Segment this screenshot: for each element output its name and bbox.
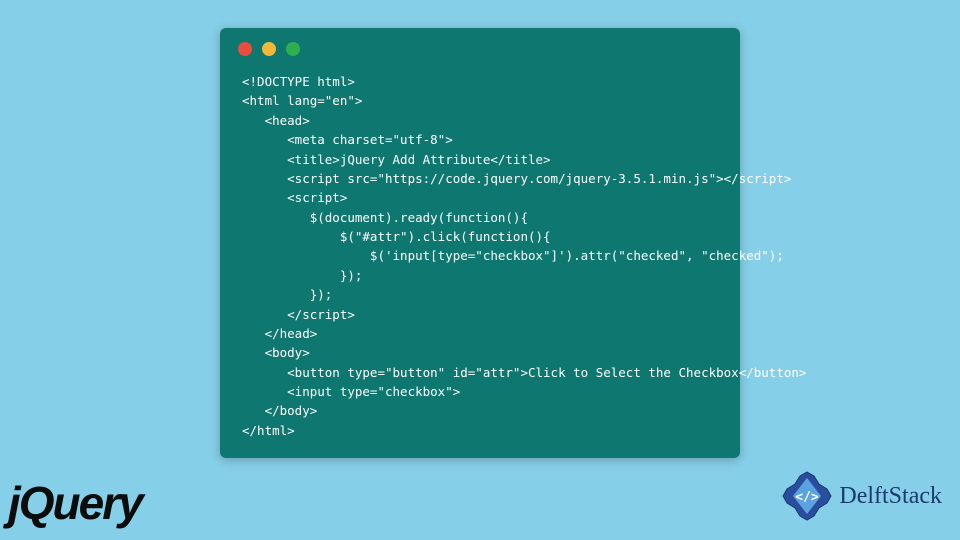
minimize-icon <box>262 42 276 56</box>
svg-text:</>: </> <box>796 490 820 505</box>
delftstack-text: DelftStack <box>839 483 942 510</box>
code-content: <!DOCTYPE html> <html lang="en"> <head> … <box>220 64 740 458</box>
delftstack-icon: </> <box>781 470 833 522</box>
maximize-icon <box>286 42 300 56</box>
code-window: <!DOCTYPE html> <html lang="en"> <head> … <box>220 28 740 458</box>
jquery-logo: jQuery <box>8 476 142 530</box>
delftstack-logo: </> DelftStack <box>781 470 942 522</box>
window-controls <box>220 28 740 64</box>
close-icon <box>238 42 252 56</box>
